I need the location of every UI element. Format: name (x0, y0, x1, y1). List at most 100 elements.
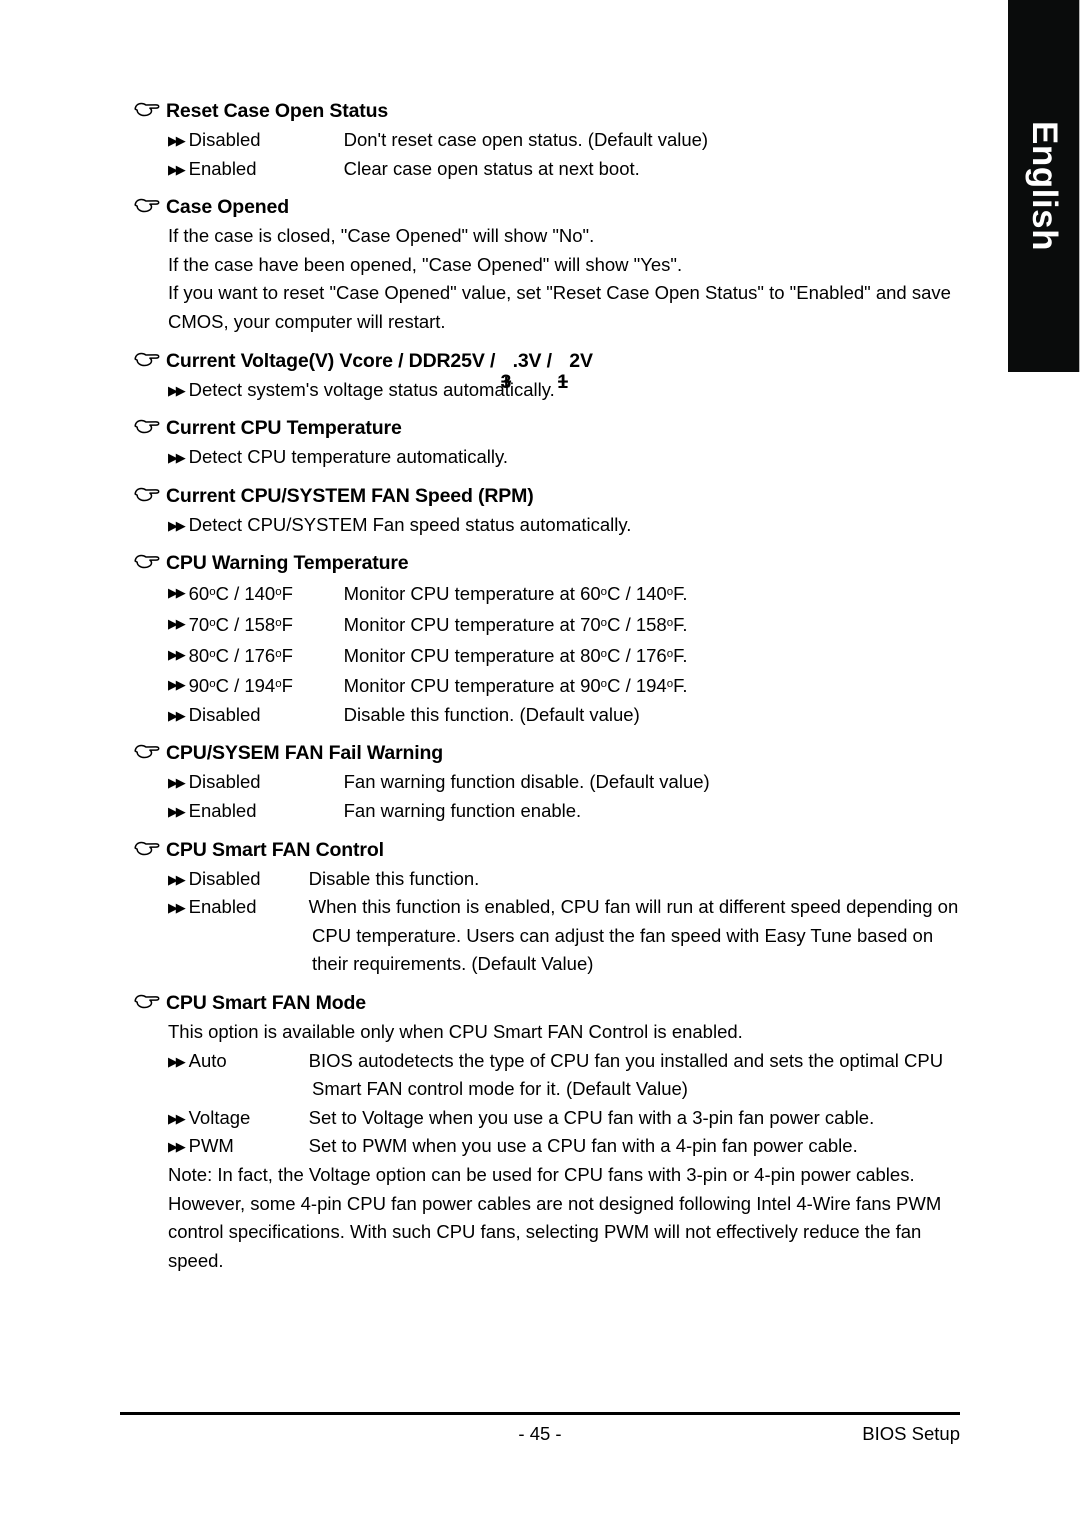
paragraph-line: This option is available only when CPU S… (168, 1021, 743, 1042)
section-paragraph: If the case is closed, "Case Opened" wil… (0, 222, 1008, 336)
option-description-continuation: CPU temperature. Users can adjust the fa… (312, 924, 934, 946)
section-cpu-smart-fan-mode: CPU Smart FAN Mode This option is availab… (0, 988, 1008, 1275)
option-row[interactable]: ▶▶ PWM Set to PWM when you use a CPU fan w… (0, 1132, 1008, 1161)
pointing-hand-icon (132, 742, 166, 764)
section-note: Note: In fact, the Voltage option can be… (0, 1161, 1008, 1275)
note-line: However, some 4-pin CPU fan power cables… (168, 1192, 942, 1214)
pointing-hand-icon (132, 196, 166, 218)
double-right-arrow-icon: ▶▶ (168, 161, 186, 177)
section-heading-row: CPU Smart FAN Control (0, 835, 1008, 865)
section-reset-case-open-status: Reset Case Open Status ▶▶ Disabled Don't re… (0, 96, 1008, 183)
paragraph-line: If the case is closed, "Case Opened" wil… (168, 225, 595, 247)
paragraph-line: If the case have been opened, "Case Open… (168, 253, 683, 275)
option-description: Don't reset case open status. (Default v… (343, 129, 709, 150)
option-row[interactable]: ▶▶ Enabled Clear case open status at next … (0, 155, 1008, 184)
footer-divider (120, 1412, 960, 1415)
section-cpu-sysem-fan-fail-warning: CPU/SYSEM FAN Fail Warning ▶▶ Disabled Fan … (0, 738, 1008, 825)
option-row[interactable]: ▶▶ Detect CPU temperature automatically. (0, 443, 1008, 472)
option-description: Detect CPU temperature automatically. (188, 446, 509, 468)
section-heading: CPU Smart FAN Mode (166, 992, 366, 1014)
double-right-arrow-icon: ▶▶ (168, 1053, 186, 1069)
option-label: Disabled (188, 129, 261, 150)
option-row[interactable]: ▶▶ Disabled Don't reset case open status. … (0, 126, 1008, 155)
section-heading: Current Voltage(V) Vcore / DDR25V / 3 + .3… (166, 349, 593, 393)
double-right-arrow-icon: ▶▶ (168, 775, 186, 791)
section-heading-row: Current CPU Temperature (0, 413, 1008, 443)
option-description: Monitor CPU temperature at 80oC / 176oF. (343, 644, 688, 666)
option-label: Enabled (188, 157, 257, 179)
double-right-arrow-icon: ▶▶ (168, 450, 186, 466)
section-heading: CPU/SYSEM FAN Fail Warning (166, 742, 444, 765)
double-right-arrow-icon: ▶▶ (168, 133, 186, 148)
section-current-voltage: Current Voltage(V) Vcore / DDR25V / 3 + .3… (0, 346, 1008, 405)
section-current-cpu-temperature: Current CPU Temperature ▶▶ Detect CPU temp… (0, 413, 1008, 472)
paragraph-line: If you want to reset "Case Opened" value… (168, 282, 951, 304)
option-description: Set to PWM when you use a CPU fan with a… (308, 1135, 858, 1157)
option-row[interactable]: ▶▶ Disabled Disable this function. (Defaul… (0, 701, 1008, 730)
pointing-hand-icon (132, 839, 166, 861)
note-line: Note: In fact, the Voltage option can be… (168, 1163, 915, 1185)
manual-page: English Reset Case Open Status ▶▶ Disabled… (0, 0, 1080, 1532)
section-heading: Current CPU Temperature (166, 417, 402, 440)
option-description: Detect system's voltage status automatic… (188, 378, 555, 400)
option-label: Disabled (188, 867, 261, 889)
option-description: Disable this function. (308, 867, 480, 889)
option-description-continuation: Smart FAN control mode for it. (Default … (312, 1078, 688, 1100)
section-heading: Current CPU/SYSTEM FAN Speed (RPM) (166, 484, 534, 507)
option-description: Fan warning function disable. (Default v… (343, 771, 710, 793)
option-description: Fan warning function enable. (343, 800, 582, 822)
option-label: 60oC / 140oF (188, 583, 293, 605)
section-heading-row: CPU/SYSEM FAN Fail Warning (0, 738, 1008, 768)
section-paragraph: This option is available only when CPU S… (0, 1018, 1008, 1047)
option-row[interactable]: ▶▶ 70oC / 158oF Monitor CPU temperature at… (0, 609, 1008, 640)
double-right-arrow-icon: ▶▶ (168, 382, 186, 398)
option-row[interactable]: ▶▶ Detect CPU/SYSTEM Fan speed status aut… (0, 511, 1008, 540)
double-right-arrow-icon: ▶▶ (168, 646, 186, 662)
double-right-arrow-icon: ▶▶ (168, 1110, 186, 1126)
option-row[interactable]: ▶▶ 60oC / 140oF Monitor CPU temperature at… (0, 578, 1008, 609)
double-right-arrow-icon: ▶▶ (168, 677, 186, 693)
page-content: Reset Case Open Status ▶▶ Disabled Don't re… (0, 0, 1008, 1284)
option-label: Disabled (188, 771, 261, 793)
section-heading-row: CPU Smart FAN Mode (0, 988, 1008, 1018)
paragraph-line: CMOS, your computer will restart. (168, 310, 446, 332)
section-cpu-warning-temperature: CPU Warning Temperature ▶▶ 60oC / 140oF Mon… (0, 548, 1008, 729)
option-row[interactable]: ▶▶ Voltage Set to Voltage when you use a C… (0, 1104, 1008, 1133)
note-line: control specifications. With such CPU fa… (168, 1221, 922, 1243)
option-label: 70oC / 158oF (188, 614, 293, 635)
section-heading: CPU Warning Temperature (166, 552, 409, 575)
option-label: PWM (188, 1135, 234, 1157)
option-description: Detect CPU/SYSTEM Fan speed status autom… (188, 513, 632, 535)
option-row[interactable]: ▶▶ 80oC / 176oF Monitor CPU temperature at… (0, 640, 1008, 671)
option-row[interactable]: ▶▶ Enabled When this function is enabled, … (0, 893, 1008, 922)
option-row[interactable]: ▶▶ Auto BIOS autodetects the type of CPU f… (0, 1047, 1008, 1076)
option-row[interactable]: ▶▶ Disabled Disable this function. (0, 865, 1008, 894)
pointing-hand-icon (132, 350, 166, 372)
pointing-hand-icon (132, 417, 166, 439)
double-right-arrow-icon: ▶▶ (168, 585, 186, 601)
page-footer: - 45 - BIOS Setup (120, 1412, 960, 1453)
section-heading-row: Reset Case Open Status (0, 96, 1008, 126)
pointing-hand-icon (132, 485, 166, 507)
section-current-cpu-system-fan-speed: Current CPU/SYSTEM FAN Speed (RPM) ▶▶ Dete… (0, 481, 1008, 540)
section-cpu-smart-fan-control: CPU Smart FAN Control ▶▶ Disabled Disable t… (0, 835, 1008, 979)
section-heading-row: Current CPU/SYSTEM FAN Speed (RPM) (0, 481, 1008, 511)
option-label: Disabled (188, 703, 261, 725)
note-line: speed. (168, 1249, 224, 1271)
option-row[interactable]: ▶▶ 90oC / 194oF Monitor CPU temperature at… (0, 670, 1008, 701)
double-right-arrow-icon: ▶▶ (168, 517, 186, 533)
option-label: Enabled (188, 800, 257, 822)
double-right-arrow-icon: ▶▶ (168, 871, 186, 887)
option-row[interactable]: ▶▶ Disabled Fan warning function disable. … (0, 768, 1008, 797)
option-label: 90oC / 194oF (188, 675, 293, 697)
option-description: Monitor CPU temperature at 70oC / 158oF. (343, 614, 688, 635)
double-right-arrow-icon: ▶▶ (168, 900, 186, 916)
page-number: - 45 - (518, 1423, 562, 1444)
section-heading-row: Case Opened (0, 192, 1008, 222)
double-right-arrow-icon: ▶▶ (168, 1139, 186, 1155)
option-description: Monitor CPU temperature at 60oC / 140oF. (343, 583, 688, 605)
option-description: When this function is enabled, CPU fan w… (308, 896, 959, 918)
pointing-hand-icon (132, 100, 166, 122)
section-heading: Case Opened (166, 196, 289, 219)
option-row[interactable]: ▶▶ Enabled Fan warning function enable. (0, 797, 1008, 826)
